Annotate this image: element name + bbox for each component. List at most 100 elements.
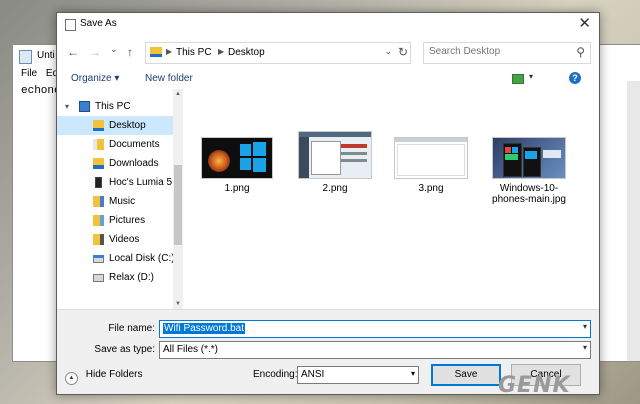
save-button[interactable]: Save xyxy=(431,364,501,386)
encoding-label: Encoding: xyxy=(253,369,298,380)
search-icon[interactable]: ⚲ xyxy=(576,45,585,59)
nav-item-documents[interactable]: Documents xyxy=(57,135,173,154)
file-thumbnail xyxy=(394,137,468,179)
search-box[interactable]: ⚲ xyxy=(423,42,591,64)
new-folder-button[interactable]: New folder xyxy=(145,73,193,84)
file-thumbnail xyxy=(201,137,273,179)
genk-watermark: GENK xyxy=(498,373,571,398)
encoding-select[interactable]: ANSI ▾ xyxy=(297,366,419,384)
nav-item-label: Videos xyxy=(109,234,140,245)
navigation-pane: ▾ This PC Desktop Documents Downloads Ho… xyxy=(57,89,183,309)
breadcrumb-this-pc[interactable]: This PC xyxy=(176,47,212,58)
desktop-folder-icon xyxy=(93,120,104,131)
save-as-type-label: Save as type: xyxy=(94,344,155,355)
file-name: 1.png xyxy=(224,183,250,194)
forward-arrow-icon[interactable]: → xyxy=(89,45,101,59)
breadcrumb-desktop[interactable]: Desktop xyxy=(228,47,265,58)
notepad-menu-file[interactable]: File xyxy=(21,68,37,79)
file-name: 3.png xyxy=(418,183,444,194)
scroll-up-icon[interactable]: ▲ xyxy=(175,91,181,97)
nav-item-label: Hoc's Lumia 5 xyxy=(109,177,173,188)
phone-icon xyxy=(95,177,102,188)
hide-folders-label: Hide Folders xyxy=(85,369,143,380)
organize-dropdown-icon: ▾ xyxy=(114,73,120,84)
organize-button[interactable]: Organize ▾ xyxy=(71,73,119,84)
chevron-down-icon[interactable]: ▾ xyxy=(411,369,415,378)
recent-locations-icon[interactable]: ⌄ xyxy=(110,44,118,55)
file-name-label: File name: xyxy=(108,323,155,334)
drive-icon xyxy=(93,274,104,282)
back-arrow-icon[interactable]: ← xyxy=(67,45,79,59)
chevron-down-icon[interactable]: ▾ xyxy=(583,322,587,331)
downloads-folder-icon xyxy=(93,158,104,169)
notepad-icon xyxy=(19,50,32,64)
file-name: Windows-10-phones-main.jpg xyxy=(492,183,566,205)
view-options-icon[interactable] xyxy=(512,74,524,84)
file-item-1png[interactable]: 1.png xyxy=(197,137,277,194)
save-as-type-select[interactable]: All Files (*.*) ▾ xyxy=(159,341,591,359)
notepad-title: Unti xyxy=(37,50,55,61)
nav-item-relax-d[interactable]: Relax (D:) xyxy=(57,268,173,287)
desktop-folder-icon xyxy=(150,47,162,57)
videos-folder-icon xyxy=(93,234,104,245)
nav-item-lumia[interactable]: Hoc's Lumia 5 xyxy=(57,173,173,192)
command-toolbar: Organize ▾ New folder ▾ ? xyxy=(57,69,599,89)
nav-item-label: Music xyxy=(109,196,136,207)
file-item-2png[interactable]: 2.png xyxy=(295,131,375,194)
notepad-file-icon xyxy=(65,19,76,31)
file-name-value[interactable]: Wifi Password.bat xyxy=(163,323,246,334)
file-thumbnail xyxy=(298,131,372,179)
nav-scrollbar[interactable]: ▲ ▼ xyxy=(173,89,183,309)
save-as-type-value: All Files (*.*) xyxy=(163,344,219,355)
music-folder-icon xyxy=(93,196,104,207)
address-bar[interactable]: ▶ This PC ▶ Desktop ⌄ ↻ xyxy=(145,42,411,64)
save-fields: File name: Wifi Password.bat ▾ Save as t… xyxy=(57,309,599,360)
nav-item-label: Pictures xyxy=(109,215,146,226)
hide-folders-button[interactable]: ▲ Hide Folders xyxy=(65,369,142,385)
nav-item-label: Relax (D:) xyxy=(109,272,155,283)
file-name: 2.png xyxy=(322,183,348,194)
nav-item-label: Downloads xyxy=(109,158,159,169)
notepad-scrollbar[interactable] xyxy=(627,81,640,361)
nav-item-local-disk-c[interactable]: Local Disk (C:) xyxy=(57,249,175,268)
chevron-down-icon[interactable]: ⌄ xyxy=(384,46,392,57)
nav-item-label: Documents xyxy=(109,139,160,150)
nav-item-pictures[interactable]: Pictures xyxy=(57,211,173,230)
nav-item-label: This PC xyxy=(95,101,131,112)
documents-folder-icon xyxy=(93,139,104,150)
search-input[interactable] xyxy=(429,46,559,57)
organize-label: Organize xyxy=(71,73,112,84)
address-row: ← → ⌄ ↑ ▶ This PC ▶ Desktop ⌄ ↻ ⚲ xyxy=(57,35,599,69)
chevron-up-icon: ▲ xyxy=(65,372,78,385)
nav-item-music[interactable]: Music xyxy=(57,192,173,211)
file-thumbnail xyxy=(492,137,566,179)
pictures-folder-icon xyxy=(93,215,104,226)
file-list: 1.png 2.png 3.png Windows-10-phones-main… xyxy=(183,89,599,309)
save-as-dialog: Save As ✕ ← → ⌄ ↑ ▶ This PC ▶ Desktop ⌄ … xyxy=(56,12,600,395)
file-item-3png[interactable]: 3.png xyxy=(391,137,471,194)
file-item-windows-10-phones-main[interactable]: Windows-10-phones-main.jpg xyxy=(489,137,569,205)
nav-item-videos[interactable]: Videos xyxy=(57,230,173,249)
breadcrumb-separator-icon[interactable]: ▶ xyxy=(218,47,224,56)
view-dropdown-icon[interactable]: ▾ xyxy=(529,72,533,81)
nav-item-this-pc[interactable]: ▾ This PC xyxy=(57,97,173,116)
help-icon[interactable]: ? xyxy=(569,72,581,84)
dialog-titlebar: Save As ✕ xyxy=(57,13,599,35)
nav-item-desktop[interactable]: Desktop xyxy=(57,116,173,135)
scroll-down-icon[interactable]: ▼ xyxy=(175,301,181,307)
up-arrow-icon[interactable]: ↑ xyxy=(127,45,133,59)
nav-item-label: Desktop xyxy=(109,120,146,131)
encoding-value: ANSI xyxy=(301,369,325,380)
expand-icon[interactable]: ▾ xyxy=(65,97,69,116)
close-icon[interactable]: ✕ xyxy=(578,14,591,32)
computer-icon xyxy=(79,101,90,112)
file-name-field[interactable]: Wifi Password.bat ▾ xyxy=(159,320,591,338)
nav-item-label: Local Disk (C:) xyxy=(109,253,175,264)
scrollbar-thumb[interactable] xyxy=(174,165,182,245)
dialog-title: Save As xyxy=(80,18,117,29)
breadcrumb-separator-icon[interactable]: ▶ xyxy=(166,47,172,56)
refresh-icon[interactable]: ↻ xyxy=(398,45,408,59)
chevron-down-icon[interactable]: ▾ xyxy=(583,343,587,352)
nav-item-downloads[interactable]: Downloads xyxy=(57,154,173,173)
drive-icon xyxy=(93,255,104,263)
